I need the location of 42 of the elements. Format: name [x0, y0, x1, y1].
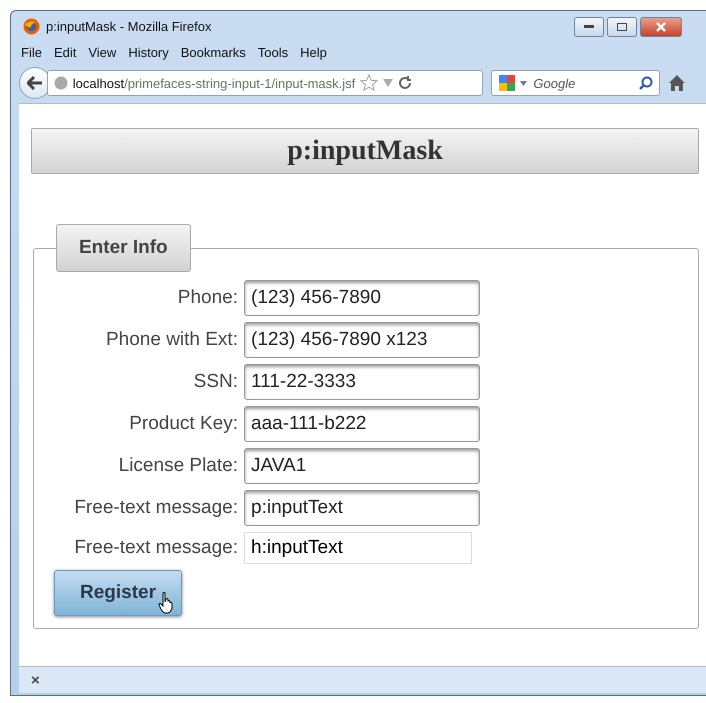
close-icon[interactable]: ×: [31, 672, 40, 688]
home-icon[interactable]: [668, 74, 686, 92]
close-button[interactable]: [640, 17, 682, 37]
panel-legend: Enter Info: [56, 224, 191, 272]
caret-icon[interactable]: [520, 80, 528, 86]
search-bar[interactable]: Google: [491, 70, 660, 96]
text-field[interactable]: 111-22-3333: [244, 364, 480, 400]
minimize-button[interactable]: [574, 17, 604, 37]
star-icon[interactable]: [360, 74, 378, 92]
menu-item[interactable]: Edit: [54, 44, 76, 60]
menu-item[interactable]: Help: [300, 44, 327, 60]
reload-icon[interactable]: [398, 76, 412, 90]
field-label: Phone:: [176, 287, 238, 309]
text-field[interactable]: h:inputText: [244, 532, 472, 564]
maximize-button[interactable]: [607, 17, 637, 37]
menu-item[interactable]: Bookmarks: [180, 44, 246, 60]
text-field[interactable]: (123) 456-7890: [244, 280, 480, 316]
minimize-icon: [584, 25, 594, 29]
page-heading: p:inputMask: [31, 128, 699, 174]
window-title: p:inputMask - Mozilla Firefox: [46, 18, 212, 34]
text-field[interactable]: p:inputText: [244, 490, 480, 526]
close-icon: [656, 22, 666, 32]
menu-item[interactable]: File: [21, 44, 42, 60]
field-label: Product Key:: [128, 413, 238, 435]
text-field[interactable]: JAVA1: [244, 448, 480, 484]
field-label: Free-text message:: [73, 537, 238, 559]
text-field[interactable]: aaa-111-b222: [244, 406, 480, 442]
field-label: Phone with Ext:: [104, 329, 238, 351]
menu-item[interactable]: View: [88, 44, 116, 60]
field-label: Free-text message:: [73, 497, 238, 519]
menu-item[interactable]: Tools: [258, 44, 288, 60]
register-button[interactable]: Register: [54, 570, 182, 616]
field-label: SSN:: [192, 371, 238, 393]
back-arrow-icon: [26, 76, 43, 90]
url-path: /primefaces-string-input-1/input-mask.jsf: [124, 76, 356, 90]
text-field[interactable]: (123) 456-7890 x123: [244, 322, 480, 358]
menu-item[interactable]: History: [128, 44, 169, 60]
field-label: License Plate:: [118, 455, 238, 477]
address-bar[interactable]: localhost/primefaces-string-input-1/input-mask.jsf: [46, 70, 484, 96]
url-host: localhost: [72, 76, 124, 90]
search-icon[interactable]: [639, 76, 654, 90]
maximize-icon: [617, 23, 627, 31]
